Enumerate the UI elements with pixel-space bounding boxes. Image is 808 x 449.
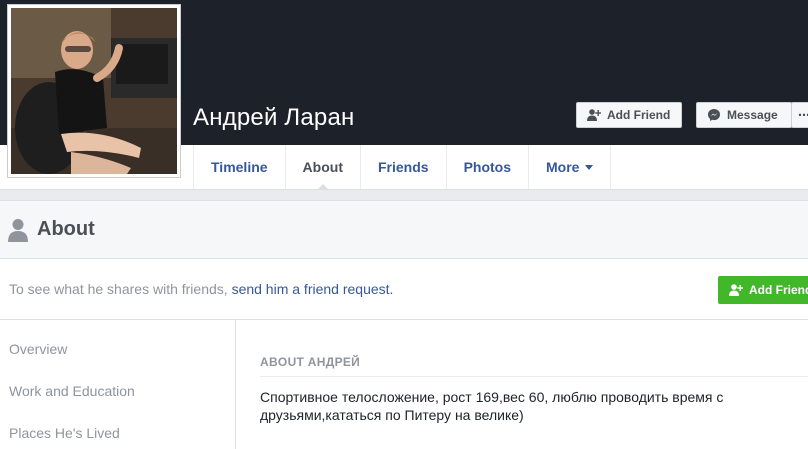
chevron-down-icon xyxy=(585,164,594,170)
send-friend-request-link[interactable]: send him a friend request. xyxy=(232,281,394,297)
more-dots-icon: ⋯ xyxy=(798,108,808,122)
sidebar-item-overview[interactable]: Overview xyxy=(9,341,67,357)
profile-name[interactable]: Андрей Ларан xyxy=(193,104,354,132)
tab-timeline-label: Timeline xyxy=(211,159,268,175)
more-options-button[interactable]: ⋯ xyxy=(791,102,808,128)
sidebar-item-places-lived[interactable]: Places He's Lived xyxy=(9,425,120,441)
about-panel: About To see what he shares with friends… xyxy=(0,200,808,449)
add-friend-label: Add Friend xyxy=(607,108,671,122)
add-friend-green-button[interactable]: Add Friend xyxy=(718,276,808,304)
tab-photos[interactable]: Photos xyxy=(445,145,528,189)
add-friend-icon xyxy=(729,284,743,296)
tab-more-label: More xyxy=(546,159,580,175)
add-friend-green-label: Add Friend xyxy=(749,283,808,297)
profile-photo-image xyxy=(11,8,177,174)
notice-prefix: To see what he shares with friends, xyxy=(9,281,232,297)
message-button[interactable]: Message xyxy=(696,102,792,128)
tab-photos-label: Photos xyxy=(463,159,512,175)
messenger-icon xyxy=(708,109,720,121)
section-divider xyxy=(260,376,808,377)
about-header: About xyxy=(0,201,808,259)
tab-friends-label: Friends xyxy=(377,159,429,175)
tab-more[interactable]: More xyxy=(528,145,612,189)
profile-picture[interactable] xyxy=(7,4,181,178)
tab-timeline[interactable]: Timeline xyxy=(193,145,285,189)
message-label: Message xyxy=(727,108,778,122)
bio-text: Спортивное телосложение, рост 169,вес 60… xyxy=(260,389,724,423)
about-title: About xyxy=(37,218,95,240)
tab-about-label: About xyxy=(302,159,343,175)
add-friend-icon xyxy=(587,109,601,121)
person-icon xyxy=(8,218,28,242)
add-friend-button[interactable]: Add Friend xyxy=(576,102,682,128)
section-title: ABOUT АНДРЕЙ xyxy=(260,355,361,369)
notice-text: To see what he shares with friends, send… xyxy=(9,281,393,297)
friend-request-notice: To see what he shares with friends, send… xyxy=(0,259,808,320)
sidebar-item-work-education[interactable]: Work and Education xyxy=(9,383,135,399)
tab-friends[interactable]: Friends xyxy=(359,145,446,189)
tab-about[interactable]: About xyxy=(284,145,360,190)
about-sidebar: Overview Work and Education Places He's … xyxy=(0,320,236,449)
